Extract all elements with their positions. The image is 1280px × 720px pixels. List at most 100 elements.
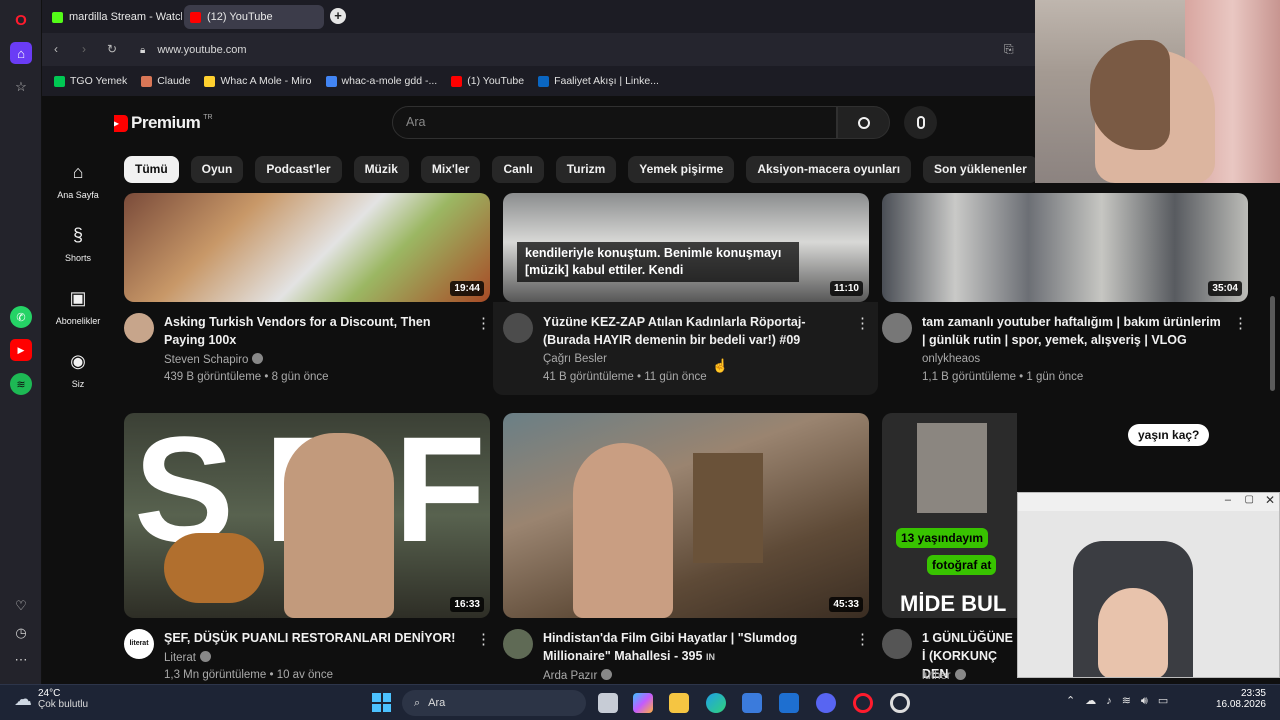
opera-logo-icon[interactable]: O — [10, 9, 32, 31]
channel-avatar[interactable] — [882, 629, 912, 659]
nav-item[interactable]: ▣ Abonelikler — [42, 288, 114, 326]
filter-chip[interactable]: Mix'ler — [420, 156, 481, 183]
channel-name-text: luther — [922, 670, 951, 682]
outlook-icon[interactable] — [779, 693, 799, 713]
channel-name[interactable]: Arda Pazır — [543, 669, 613, 682]
filter-chip[interactable]: Müzik — [353, 156, 409, 183]
thumbnail-bubble: yaşın kaç? — [1128, 424, 1210, 446]
video-title[interactable]: ŞEF, DÜŞÜK PUANLI RESTORANLARI DENİYOR! — [164, 629, 464, 647]
more-actions-icon[interactable]: ⋮ — [855, 632, 870, 647]
cloud-icon: ☁ — [14, 688, 32, 709]
bookmark-item[interactable]: Claude — [141, 75, 190, 87]
filter-chip[interactable]: Turizm — [555, 156, 617, 183]
channel-avatar[interactable]: literat — [124, 629, 154, 659]
copilot-icon[interactable] — [633, 693, 653, 713]
weather-widget[interactable]: ☁ 24°C Çok bulutlu — [14, 688, 88, 710]
youtube-sidebar-icon[interactable]: ▶ — [10, 339, 32, 361]
channel-name[interactable]: Literat — [164, 651, 211, 664]
channel-name[interactable]: Çağrı Besler — [543, 353, 607, 365]
edge-icon[interactable] — [706, 693, 726, 713]
filter-chip[interactable]: Canlı — [492, 156, 544, 183]
channel-avatar[interactable] — [503, 629, 533, 659]
filter-chip[interactable]: Yemek pişirme — [628, 156, 735, 183]
tab-youtube[interactable]: (12) YouTube — [184, 5, 324, 29]
more-actions-icon[interactable]: ⋮ — [476, 316, 491, 331]
nav-item[interactable]: § Shorts — [42, 225, 114, 263]
filter-chip[interactable]: Oyun — [190, 156, 244, 183]
video-thumbnail[interactable]: 19:44 — [124, 193, 490, 302]
video-thumbnail[interactable]: 35:04 — [882, 193, 1248, 302]
more-actions-icon[interactable]: ⋮ — [855, 316, 870, 331]
verified-icon — [252, 353, 264, 364]
minimize-icon[interactable]: – — [1225, 494, 1231, 506]
video-title[interactable]: Asking Turkish Vendors for a Discount, T… — [164, 313, 464, 349]
star-icon[interactable]: ☆ — [10, 76, 32, 98]
search-button[interactable] — [837, 106, 890, 139]
tray-icons[interactable]: ⌃☁♪≋🔊︎▭ — [1066, 694, 1178, 708]
task-view-icon[interactable] — [598, 693, 618, 713]
bookmark-label: Whac A Mole - Miro — [220, 75, 312, 87]
nav-item[interactable]: ⌂ Ana Sayfa — [42, 162, 114, 200]
video-thumbnail[interactable]: ŞEF 16:33 — [124, 413, 490, 618]
more-actions-icon[interactable]: ⋮ — [1233, 316, 1248, 331]
channel-name[interactable]: Steven Schapiro — [164, 353, 264, 366]
video-title[interactable]: Yüzüne KEZ-ZAP Atılan Kadınlarla Röporta… — [543, 313, 838, 349]
forward-icon[interactable]: › — [82, 42, 86, 56]
heart-icon[interactable]: ♡ — [10, 595, 32, 617]
video-thumbnail[interactable]: 45:33 — [503, 413, 869, 618]
bookmark-item[interactable]: TGO Yemek — [54, 75, 127, 87]
reload-icon[interactable]: ↻ — [107, 42, 117, 56]
filter-chip[interactable]: Aksiyon-macera oyunları — [746, 156, 912, 183]
filter-chip[interactable]: Tümü — [124, 156, 179, 183]
thumbnail-burger — [164, 533, 264, 603]
more-icon[interactable]: ⋯ — [10, 649, 32, 671]
duration-badge: 19:44 — [450, 281, 484, 296]
whatsapp-icon[interactable]: ✆ — [10, 306, 32, 328]
taskbar-search[interactable]: ⌕ Ara — [402, 690, 586, 716]
opera-taskbar-icon[interactable] — [853, 693, 873, 713]
store-icon[interactable] — [742, 693, 762, 713]
channel-name-text: Arda Pazır — [543, 670, 598, 682]
channel-avatar[interactable] — [124, 313, 154, 343]
search-box[interactable]: Ara — [392, 106, 837, 139]
file-explorer-icon[interactable] — [669, 693, 689, 713]
youtube-logo[interactable]: ▶ Premium TR — [104, 113, 213, 133]
speed-dial-icon[interactable]: ⌂ — [10, 42, 32, 64]
more-actions-icon[interactable]: ⋮ — [476, 632, 491, 647]
maximize-icon[interactable]: ▢ — [1245, 494, 1254, 505]
clock-date: 16.08.2026 — [1215, 699, 1266, 710]
home-icon: ⌂ — [72, 162, 84, 182]
channel-name[interactable]: onlykheaos — [922, 353, 980, 365]
discord-icon[interactable] — [816, 693, 836, 713]
bookmark-item[interactable]: (1) YouTube — [451, 75, 524, 87]
new-tab-button[interactable]: + — [330, 8, 346, 24]
video-meta: 439 B görüntüleme • 8 gün önce — [164, 371, 329, 383]
mic-button[interactable] — [904, 106, 937, 139]
address-field[interactable]: 🔒︎ www.youtube.com — [134, 39, 1034, 61]
back-icon[interactable]: ‹ — [54, 42, 58, 56]
address-text: www.youtube.com — [157, 44, 247, 56]
spotify-icon[interactable]: ≋ — [10, 373, 32, 395]
share-icon[interactable]: ⎘ — [1004, 42, 1014, 57]
filter-chip[interactable]: Podcast'ler — [255, 156, 342, 183]
search-placeholder: Ara — [406, 115, 426, 129]
start-icon[interactable] — [372, 693, 391, 712]
video-title[interactable]: Hindistan'da Film Gibi Hayatlar | "Slumd… — [543, 629, 843, 666]
opera-gx-icon[interactable] — [890, 693, 910, 713]
channel-avatar[interactable] — [503, 313, 533, 343]
channel-avatar[interactable] — [882, 313, 912, 343]
tab-kick[interactable]: mardilla Stream - Watch L — [46, 5, 182, 29]
bookmark-item[interactable]: whac-a-mole gdd -... — [325, 75, 437, 87]
video-thumbnail[interactable]: 13 yaşındayım fotoğraf at MİDE BUL — [882, 413, 1017, 618]
bookmark-item[interactable]: Faaliyet Akışı | Linke... — [538, 75, 659, 87]
channel-name[interactable]: luther — [922, 669, 966, 682]
filter-chip[interactable]: Son yüklenenler — [923, 156, 1038, 183]
search-icon — [857, 116, 870, 129]
video-title[interactable]: tam zamanlı youtuber haftalığım | bakım … — [922, 313, 1227, 349]
bookmark-item[interactable]: Whac A Mole - Miro — [204, 75, 312, 87]
close-icon[interactable]: ✕ — [1265, 493, 1275, 507]
history-icon[interactable]: ◷ — [10, 622, 32, 644]
clock[interactable]: 23:35 16.08.2026 — [1210, 688, 1266, 710]
page-scrollbar[interactable] — [1270, 296, 1275, 391]
nav-item[interactable]: ◉ Siz — [42, 351, 114, 389]
